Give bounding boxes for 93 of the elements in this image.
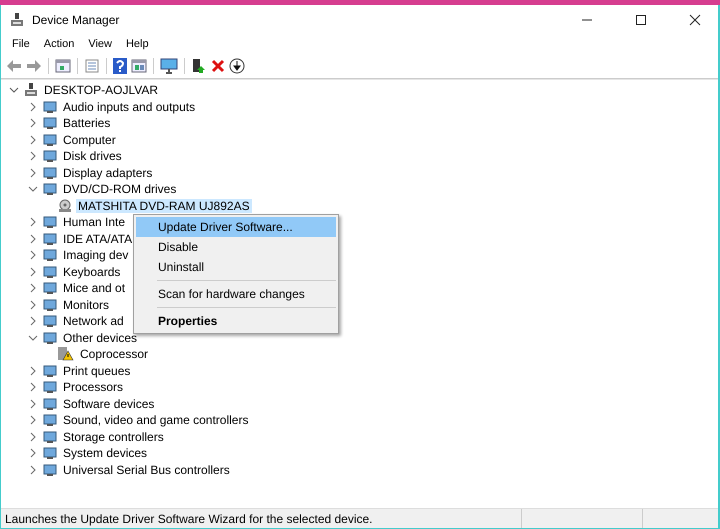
menu-item[interactable]: File xyxy=(5,38,37,50)
tree-item[interactable]: IDE ATA/ATA xyxy=(61,232,134,246)
tree-item[interactable]: Imaging dev xyxy=(61,248,130,262)
tree-item[interactable]: DVD/CD-ROM drives xyxy=(61,182,178,196)
device-icon xyxy=(43,364,57,378)
list-icon[interactable] xyxy=(84,59,100,73)
tree-item[interactable]: MATSHITA DVD-RAM UJ892AS xyxy=(76,198,252,213)
monitor-icon[interactable] xyxy=(160,58,178,74)
menu-item[interactable]: Disable xyxy=(136,237,336,257)
device-icon xyxy=(43,215,57,230)
tree-item[interactable]: Universal Serial Bus controllers xyxy=(61,462,232,477)
chevron-icon[interactable] xyxy=(28,398,38,409)
device-icon xyxy=(43,380,57,394)
device-icon xyxy=(43,264,57,279)
tree-item[interactable]: Monitors xyxy=(61,298,112,312)
chevron-icon[interactable] xyxy=(28,118,38,128)
chevron-icon[interactable] xyxy=(28,266,38,277)
chevron-icon[interactable] xyxy=(28,316,38,326)
tree-item[interactable]: Other devices xyxy=(61,330,140,345)
chevron-icon[interactable] xyxy=(28,250,38,260)
chevron-icon[interactable] xyxy=(28,283,38,294)
device-icon xyxy=(43,413,57,428)
device-icon xyxy=(43,330,57,345)
forward-icon[interactable] xyxy=(26,59,42,73)
chevron-icon[interactable] xyxy=(28,217,38,228)
chevron-icon[interactable] xyxy=(28,464,38,475)
tree-item[interactable]: Disk drives xyxy=(61,149,124,164)
window-icon[interactable] xyxy=(55,59,71,73)
chevron-icon[interactable] xyxy=(28,382,38,392)
disc-drive-icon xyxy=(58,198,72,213)
device-icon xyxy=(43,132,57,147)
device-icon xyxy=(43,281,57,296)
menu-item[interactable]: Scan for hardware changes xyxy=(136,284,336,304)
menu-item[interactable]: Properties xyxy=(136,311,336,331)
tree-item[interactable]: Sound, video and game controllers xyxy=(61,413,250,428)
back-icon[interactable] xyxy=(6,59,22,73)
device-icon xyxy=(43,232,57,246)
device-icon xyxy=(43,182,57,196)
chevron-icon[interactable] xyxy=(9,85,19,96)
tree-item[interactable]: Human Inte xyxy=(61,215,128,230)
device-icon xyxy=(43,462,57,477)
device-update-icon[interactable] xyxy=(191,58,207,74)
tree-item[interactable]: DESKTOP-AOJLVAR xyxy=(42,83,160,98)
window-title: Device Manager xyxy=(32,12,120,26)
chevron-icon[interactable] xyxy=(28,134,38,145)
chevron-icon[interactable] xyxy=(28,432,38,442)
tree-item[interactable]: Mice and ot xyxy=(61,281,128,296)
tree-item[interactable]: Audio inputs and outputs xyxy=(61,100,198,114)
device-icon xyxy=(43,314,57,328)
device-icon xyxy=(43,396,57,411)
chevron-icon[interactable] xyxy=(28,448,38,458)
delete-icon[interactable] xyxy=(211,59,225,73)
chevron-icon[interactable] xyxy=(28,415,38,426)
tree-item[interactable]: Computer xyxy=(61,132,118,147)
tree-item[interactable]: Network ad xyxy=(61,314,126,328)
maximize-icon[interactable] xyxy=(635,14,647,26)
window-icon[interactable] xyxy=(131,59,147,73)
device-icon xyxy=(43,116,57,130)
tree-item[interactable]: Coprocessor xyxy=(78,347,150,362)
chevron-icon[interactable] xyxy=(28,234,38,244)
chevron-icon[interactable] xyxy=(28,366,38,376)
device-icon xyxy=(43,298,57,312)
device-icon xyxy=(43,166,57,180)
chevron-icon[interactable] xyxy=(28,102,38,112)
tree-item[interactable]: Print queues xyxy=(61,364,132,378)
device-icon xyxy=(43,248,57,262)
tree-item[interactable]: Display adapters xyxy=(61,166,154,180)
chevron-icon[interactable] xyxy=(28,168,38,178)
computer-icon xyxy=(10,12,24,26)
chevron-icon[interactable] xyxy=(28,151,38,162)
tree-item[interactable]: Storage controllers xyxy=(61,430,166,444)
chevron-icon[interactable] xyxy=(28,332,38,343)
menu-item[interactable]: Action xyxy=(36,38,82,50)
device-icon xyxy=(43,100,57,114)
chevron-icon[interactable] xyxy=(28,184,38,194)
tree-item[interactable]: Software devices xyxy=(61,396,156,411)
tree-item[interactable]: Batteries xyxy=(61,116,112,130)
menu-item[interactable]: View xyxy=(81,38,119,50)
menu-item[interactable]: Uninstall xyxy=(136,257,336,277)
computer-icon xyxy=(24,83,38,98)
help-icon[interactable] xyxy=(113,58,127,74)
device-icon xyxy=(43,430,57,444)
chevron-icon[interactable] xyxy=(28,300,38,310)
tree-item[interactable]: System devices xyxy=(61,446,150,460)
close-icon[interactable] xyxy=(689,14,701,26)
menu-item[interactable]: Help xyxy=(118,38,156,50)
tree-item[interactable]: Keyboards xyxy=(61,264,122,279)
tree-item[interactable]: Processors xyxy=(61,380,126,394)
device-icon xyxy=(43,446,57,460)
status-text: Launches the Update Driver Software Wizard for the selected device. xyxy=(4,512,374,526)
menu-item[interactable]: Update Driver Software... xyxy=(136,217,336,237)
device-icon xyxy=(43,149,57,164)
download-icon[interactable] xyxy=(229,58,245,74)
